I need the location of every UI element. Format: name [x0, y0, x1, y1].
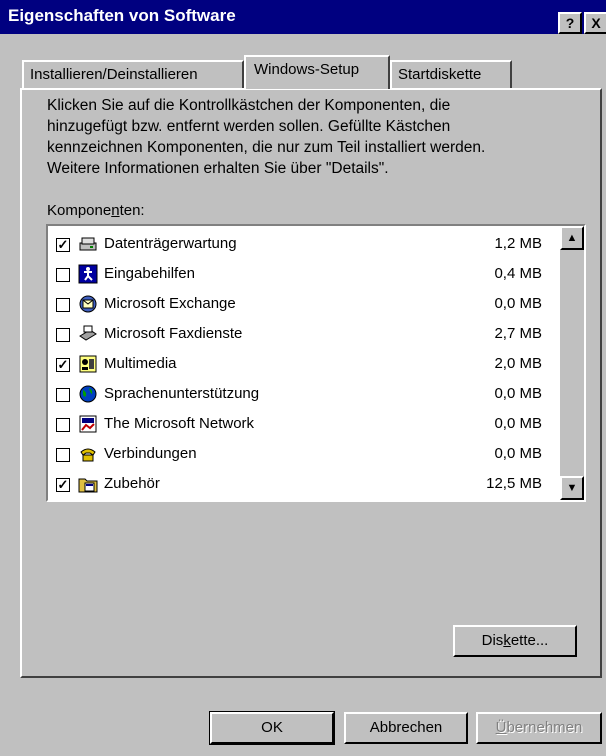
apply-button[interactable]: Übernehmen [476, 712, 602, 744]
msn-icon [78, 414, 98, 434]
component-name: Datenträgerwartung [104, 235, 237, 252]
description-line: kennzeichnen Komponenten, die nur zum Te… [47, 139, 486, 156]
description-line: hinzugefügt bzw. entfernt werden sollen.… [47, 118, 451, 135]
list-item[interactable]: Microsoft Faxdienste 2,7 MB [52, 320, 552, 350]
component-name: The Microsoft Network [104, 415, 255, 432]
list-item[interactable]: ✓ Zubehör 12,5 MB [52, 470, 552, 500]
accessibility-icon [78, 264, 98, 284]
close-button[interactable]: X [584, 12, 606, 34]
cancel-button[interactable]: Abbrechen [344, 712, 468, 744]
vertical-scrollbar[interactable]: ▲ ▼ [560, 226, 584, 500]
list-item[interactable]: Sprachenunterstützung 0,0 MB [52, 380, 552, 410]
list-item[interactable]: Verbindungen 0,0 MB [52, 440, 552, 470]
checkbox[interactable] [56, 388, 70, 402]
components-list[interactable]: ✓ Datenträgerwartung 1,2 MB Eingabehilfe… [46, 224, 586, 502]
checkbox[interactable]: ✓ [56, 478, 70, 492]
tab-installieren-label: Installieren/Deinstallieren [30, 66, 198, 83]
description-line: Weitere Informationen erhalten Sie über … [47, 160, 389, 177]
component-name: Sprachenunterstützung [104, 385, 260, 402]
component-size: 0,0 MB [494, 445, 542, 462]
phone-icon [78, 444, 98, 464]
component-size: 0,0 MB [494, 415, 542, 432]
tab-windows-setup[interactable]: Windows-Setup [244, 55, 390, 89]
component-name: Zubehör [104, 475, 160, 492]
component-size: 1,2 MB [494, 235, 542, 252]
checkbox[interactable] [56, 448, 70, 462]
tab-startdiskette-label: Startdiskette [398, 66, 482, 83]
list-item[interactable]: ✓ Datenträgerwartung 1,2 MB [52, 230, 552, 260]
component-size: 12,5 MB [486, 475, 542, 492]
exchange-icon [78, 294, 98, 314]
window-title: Eigenschaften von Software [8, 6, 236, 25]
list-item[interactable]: The Microsoft Network 0,0 MB [52, 410, 552, 440]
component-size: 0,4 MB [494, 265, 542, 282]
component-size: 2,7 MB [494, 325, 542, 342]
checkbox[interactable] [56, 298, 70, 312]
component-name: Microsoft Exchange [104, 295, 236, 312]
component-name: Microsoft Faxdienste [104, 325, 243, 342]
diskette-button[interactable]: Diskette... [453, 625, 577, 657]
title-bar: Eigenschaften von Software ? X [0, 0, 606, 34]
checkbox[interactable] [56, 418, 70, 432]
globe-icon [78, 384, 98, 404]
scroll-up-button[interactable]: ▲ [560, 226, 584, 250]
multimedia-icon [78, 354, 98, 374]
component-name: Verbindungen [104, 445, 197, 462]
component-name: Multimedia [104, 355, 177, 372]
component-size: 0,0 MB [494, 385, 542, 402]
description: Klicken Sie auf die Kontrollkästchen der… [47, 95, 587, 179]
components-label: Komponenten: [47, 202, 145, 219]
checkbox[interactable]: ✓ [56, 358, 70, 372]
ok-button[interactable]: OK [209, 711, 335, 745]
list-item[interactable]: Eingabehilfen 0,4 MB [52, 260, 552, 290]
fax-icon [78, 324, 98, 344]
list-item[interactable]: Microsoft Exchange 0,0 MB [52, 290, 552, 320]
component-name: Eingabehilfen [104, 265, 195, 282]
scroll-down-button[interactable]: ▼ [560, 476, 584, 500]
accessories-icon [78, 474, 98, 494]
tab-windows-setup-label: Windows-Setup [254, 61, 360, 78]
help-button[interactable]: ? [558, 12, 582, 34]
list-item[interactable]: ✓ Multimedia 2,0 MB [52, 350, 552, 380]
tab-installieren[interactable]: Installieren/Deinstallieren [22, 60, 244, 88]
checkbox[interactable] [56, 268, 70, 282]
checkbox[interactable] [56, 328, 70, 342]
component-size: 0,0 MB [494, 295, 542, 312]
component-size: 2,0 MB [494, 355, 542, 372]
disk-maintenance-icon [78, 234, 98, 254]
description-line: Klicken Sie auf die Kontrollkästchen der… [47, 97, 451, 114]
checkbox[interactable]: ✓ [56, 238, 70, 252]
tab-startdiskette[interactable]: Startdiskette [390, 60, 512, 88]
